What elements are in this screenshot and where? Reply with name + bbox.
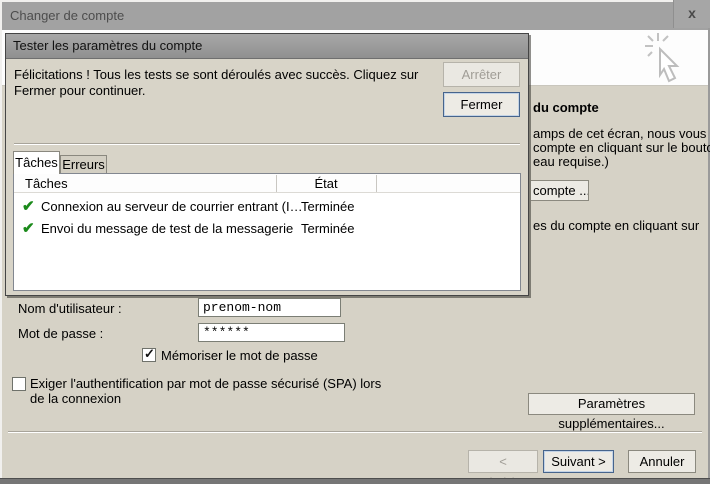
more-settings-button[interactable]: Paramètres supplémentaires...	[528, 393, 695, 415]
test-dialog-title: Tester les paramètres du compte	[13, 38, 202, 53]
task-name: Connexion au serveur de courrier entrant…	[41, 199, 303, 214]
footer-separator	[8, 431, 702, 433]
green-check-icon: ✔	[22, 219, 35, 237]
green-check-icon: ✔	[22, 197, 35, 215]
cancel-button[interactable]: Annuler	[628, 450, 696, 473]
right-panel-heading-fragment: du compte	[533, 100, 599, 115]
test-settings-dialog: Tester les paramètres du compte Félicita…	[5, 33, 529, 296]
next-button[interactable]: Suivant >	[543, 450, 614, 473]
change-account-window: Changer de compte x du compte amps de ce…	[0, 0, 710, 484]
test-settings-button-fragment[interactable]: compte ...	[531, 180, 589, 201]
username-label: Nom d'utilisateur :	[18, 301, 122, 316]
task-list: Tâches État ✔ Connexion au serveur de co…	[13, 173, 521, 291]
right-panel-line4: es du compte en cliquant sur	[533, 218, 699, 233]
test-dialog-titlebar: Tester les paramètres du compte	[6, 34, 528, 59]
test-dialog-separator	[14, 143, 520, 145]
spa-checkbox[interactable]	[12, 377, 26, 391]
task-name: Envoi du message de test de la messageri…	[41, 221, 293, 236]
username-field[interactable]: prenom-nom	[198, 298, 341, 317]
table-row[interactable]: ✔ Envoi du message de test de la message…	[14, 218, 520, 240]
table-row[interactable]: ✔ Connexion au serveur de courrier entra…	[14, 196, 520, 218]
spa-label-line1: Exiger l'authentification par mot de pas…	[30, 376, 381, 391]
window-titlebar: Changer de compte	[2, 2, 708, 30]
spa-label-line2: de la connexion	[30, 391, 121, 406]
column-header-tasks[interactable]: Tâches	[25, 174, 68, 193]
column-header-status[interactable]: État	[276, 174, 376, 193]
password-label: Mot de passe :	[18, 326, 103, 341]
tab-taches[interactable]: Tâches	[13, 151, 60, 174]
right-panel-line1: amps de cet écran, nous vous	[533, 126, 706, 141]
mouse-cursor-click-icon	[640, 32, 692, 89]
window-title: Changer de compte	[10, 8, 124, 23]
tab-erreurs[interactable]: Erreurs	[60, 155, 107, 174]
remember-password-label: Mémoriser le mot de passe	[161, 348, 318, 363]
task-status: Terminée	[301, 221, 354, 236]
test-success-message: Félicitations ! Tous les tests se sont d…	[14, 67, 442, 99]
password-field[interactable]: ******	[198, 323, 345, 342]
stop-button: Arrêter	[443, 62, 520, 87]
close-icon[interactable]: x	[673, 0, 710, 28]
window-bottom-border	[0, 478, 710, 484]
task-status: Terminée	[301, 199, 354, 214]
back-button: < Précédent	[468, 450, 538, 473]
remember-password-checkbox[interactable]: ✓	[142, 348, 156, 362]
right-panel-line3: eau requise.)	[533, 154, 609, 169]
close-test-button[interactable]: Fermer	[443, 92, 520, 117]
column-divider[interactable]	[276, 175, 277, 192]
right-panel-line2: compte en cliquant sur le bouton	[533, 140, 710, 155]
task-list-header: Tâches État	[14, 174, 520, 193]
checkbox-check-icon: ✓	[144, 346, 155, 362]
column-divider[interactable]	[376, 175, 377, 192]
